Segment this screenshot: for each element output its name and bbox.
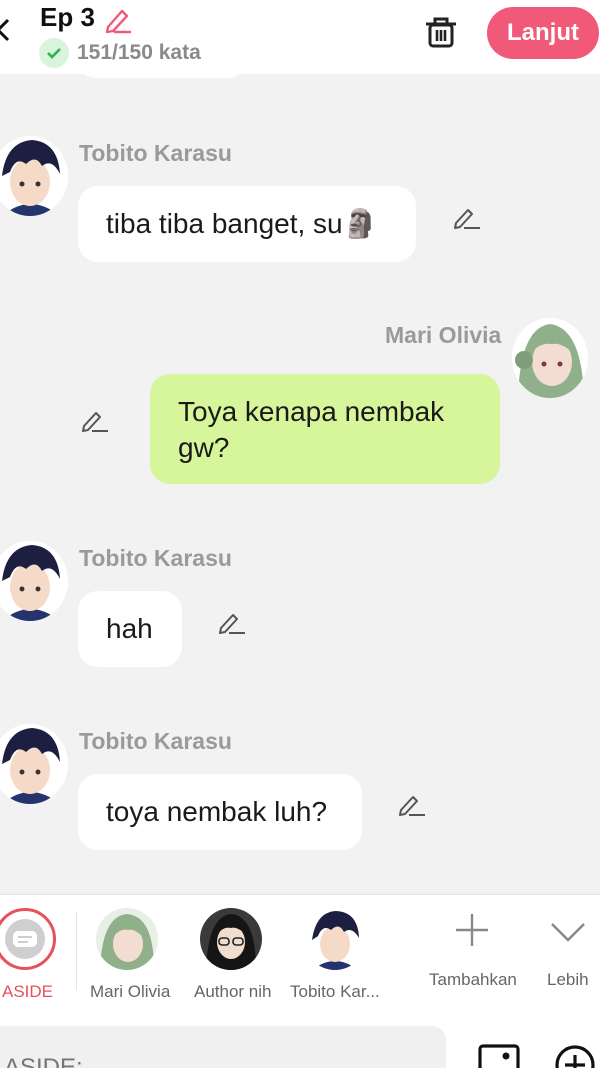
message-bubble[interactable]: tiba tiba banget, su🗿 bbox=[78, 186, 416, 262]
sender-name: Mari Olivia bbox=[385, 322, 502, 348]
add-circle-icon[interactable] bbox=[554, 1044, 596, 1068]
message-input[interactable] bbox=[0, 1026, 446, 1068]
message-text: tiba tiba banget, su🗿 bbox=[106, 208, 378, 239]
message-bubble[interactable]: Toya kenapa nembak gw? bbox=[150, 374, 500, 484]
aside-icon bbox=[5, 919, 45, 959]
message-text: toya nembak luh? bbox=[106, 796, 328, 827]
message-text: hah bbox=[106, 613, 153, 644]
edit-message-icon[interactable] bbox=[80, 404, 110, 434]
avatar-mari-olivia[interactable] bbox=[512, 318, 588, 398]
edit-message-icon[interactable] bbox=[217, 606, 247, 636]
sender-name: Tobito Karasu bbox=[79, 140, 232, 166]
avatar-tobito-karasu[interactable] bbox=[0, 136, 68, 216]
trash-icon[interactable] bbox=[423, 14, 459, 50]
aside-label: ASIDE bbox=[2, 982, 54, 1001]
edit-message-icon[interactable] bbox=[397, 788, 427, 818]
character-avatar-mari-olivia[interactable] bbox=[96, 908, 158, 970]
avatar-tobito-karasu[interactable] bbox=[0, 724, 68, 804]
add-label[interactable]: Tambahkan bbox=[429, 970, 517, 990]
word-count: 151/150 kata bbox=[77, 41, 201, 64]
more-label[interactable]: Lebih bbox=[547, 970, 589, 990]
message-bubble[interactable]: toya nembak luh? bbox=[78, 774, 362, 850]
character-avatar-author[interactable] bbox=[200, 908, 262, 970]
edit-title-icon[interactable] bbox=[102, 3, 134, 35]
sender-name: Tobito Karasu bbox=[79, 545, 232, 571]
character-label: Mari Olivia bbox=[90, 982, 171, 1001]
episode-title: Ep 3 bbox=[40, 2, 95, 32]
character-label: Tobito Kar... bbox=[290, 982, 380, 1001]
add-icon[interactable] bbox=[452, 910, 492, 950]
top-bar: Ep 3 151/150 kata Lanjut bbox=[0, 0, 600, 74]
avatar-tobito-karasu[interactable] bbox=[0, 541, 68, 621]
message-text: Toya kenapa nembak gw? bbox=[178, 396, 445, 463]
divider bbox=[76, 912, 77, 990]
chevron-down-icon[interactable] bbox=[548, 912, 588, 952]
sender-name: Tobito Karasu bbox=[79, 728, 232, 754]
message-bubble[interactable]: hah bbox=[78, 591, 182, 667]
edit-message-icon[interactable] bbox=[452, 201, 482, 231]
continue-button[interactable]: Lanjut bbox=[487, 7, 599, 59]
check-icon bbox=[39, 38, 69, 68]
image-icon[interactable] bbox=[478, 1044, 520, 1068]
character-avatar-tobito[interactable] bbox=[304, 908, 366, 970]
back-icon[interactable] bbox=[0, 14, 16, 46]
character-label: Author nih bbox=[194, 982, 272, 1001]
chat-editor-screen: Ep 3 151/150 kata Lanjut Tobito Karasu t… bbox=[0, 0, 600, 1068]
